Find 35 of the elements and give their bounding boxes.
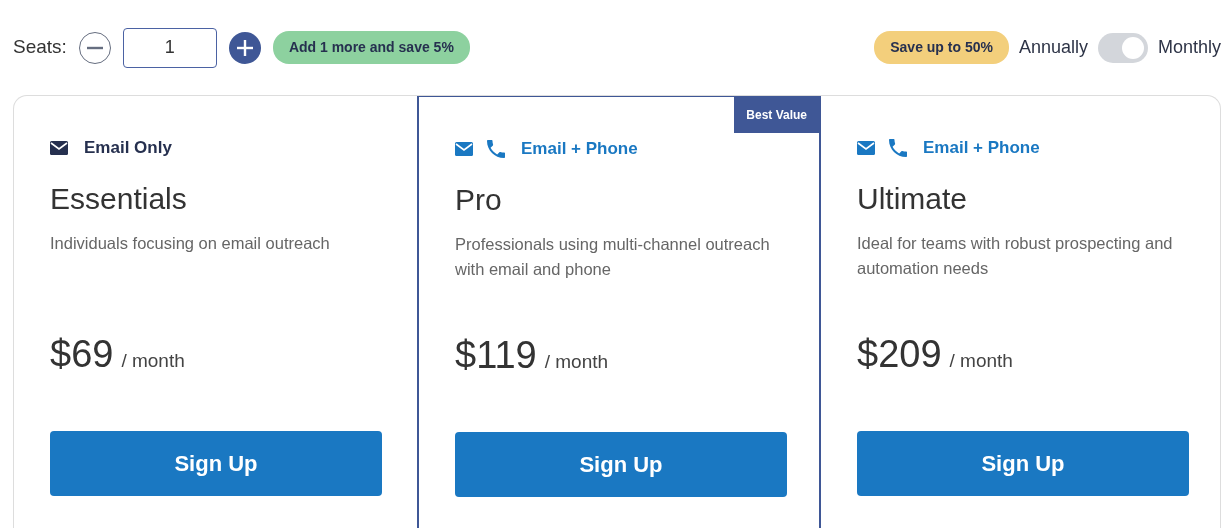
sign-up-button[interactable]: Sign Up	[455, 432, 787, 497]
plan-price: $69	[50, 332, 114, 377]
annually-label: Annually	[1018, 36, 1088, 59]
plus-button[interactable]	[228, 31, 261, 64]
phone-icon	[487, 140, 505, 158]
plan-name: Essentials	[50, 181, 188, 217]
seat-discount-badge: Add 1 more and save 5%	[272, 31, 470, 64]
plan-price: $209	[857, 332, 942, 377]
sign-up-button[interactable]: Sign Up	[50, 431, 382, 496]
plan-name: Pro	[455, 182, 503, 218]
envelope-icon	[50, 141, 68, 155]
seats-input[interactable]: 1	[122, 27, 217, 68]
price-period: / month	[949, 349, 1013, 373]
channel-label: Email + Phone	[923, 137, 1040, 160]
channel-label: Email + Phone	[521, 138, 638, 161]
minus-icon	[86, 45, 103, 50]
discount-badge: Save up to 50%	[874, 31, 1009, 64]
minus-button[interactable]	[78, 31, 111, 64]
monthly-label: Monthly	[1157, 36, 1221, 59]
envelope-icon	[455, 142, 473, 156]
plan-description: Professionals using multi-channel outreach with email and phone	[455, 234, 771, 280]
billing-toggle[interactable]	[1097, 32, 1148, 63]
price-period: / month	[544, 350, 609, 374]
sign-up-button[interactable]: Sign Up	[857, 431, 1189, 496]
seats-label: Seats:	[13, 35, 67, 60]
plus-icon	[236, 39, 253, 56]
plan-description: Ideal for teams with robust prospecting and automation needs	[857, 233, 1174, 279]
phone-icon	[889, 139, 907, 157]
plan-name: Ultimate	[857, 181, 969, 217]
plan-description: Individuals focusing on email outreach	[50, 233, 331, 254]
price-period: / month	[121, 349, 185, 373]
plan-price: $119	[455, 333, 537, 378]
best-value-badge: Best Value	[734, 97, 819, 133]
envelope-icon	[857, 141, 875, 155]
channel-label: Email Only	[84, 137, 172, 160]
